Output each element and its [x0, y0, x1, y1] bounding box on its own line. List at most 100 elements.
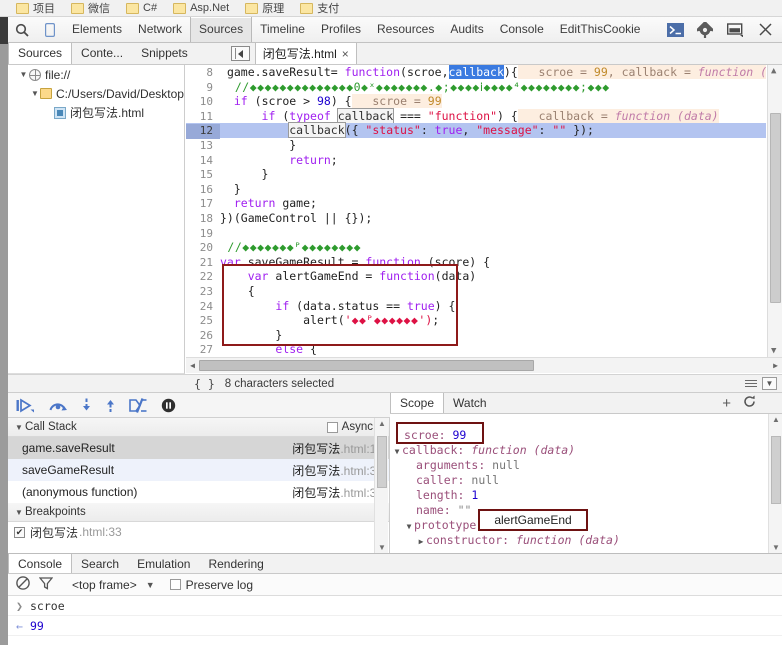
navigator-file-tree[interactable]: ▼ file:// ▼ C:/Users/David/Desktop 闭包写法.… [8, 65, 185, 373]
tree-node-folder[interactable]: ▼ C:/Users/David/Desktop [8, 84, 184, 103]
scrollbar-thumb[interactable] [770, 113, 781, 303]
scrollbar-thumb[interactable] [199, 360, 534, 371]
code-line[interactable]: 15 } [186, 167, 766, 183]
clear-console-icon[interactable] [16, 576, 30, 593]
code-line[interactable]: 14 return; [186, 153, 766, 169]
code-line[interactable]: 22 var alertGameEnd = function(data) [186, 269, 766, 285]
device-toggle-icon[interactable] [36, 17, 64, 42]
code-line[interactable]: 26 } [186, 328, 766, 344]
tab-editthiscookie[interactable]: EditThisCookie [552, 17, 649, 42]
code-line[interactable]: 24 if (data.status == true) { [186, 299, 766, 315]
console-output[interactable]: ❯ scroe ← 99 [8, 596, 782, 645]
tab-sources[interactable]: Sources [190, 17, 253, 42]
console-prompt-icon[interactable] [664, 17, 686, 42]
chevron-down-icon[interactable]: ▼ [13, 508, 25, 517]
editor-file-tab[interactable]: 闭包写法.html × [254, 43, 357, 64]
chevron-down-icon[interactable]: ▼ [404, 519, 414, 534]
pause-on-exceptions-button[interactable] [161, 398, 176, 413]
code-line[interactable]: 16 } [186, 182, 766, 198]
code-line[interactable]: 8 game.saveResult= function(scroe,callba… [186, 65, 766, 81]
scroll-down-icon[interactable]: ▼ [771, 346, 776, 356]
console-prompt-input[interactable] [8, 636, 782, 645]
toggle-navigator-button[interactable] [230, 46, 250, 61]
chevron-down-icon[interactable]: ▼ [762, 377, 777, 390]
chevron-down-icon[interactable]: ▼ [18, 70, 29, 79]
scroll-right-icon[interactable]: ▶ [769, 361, 782, 370]
drawer-tab-console[interactable]: Console [8, 554, 73, 573]
subtab-sources[interactable]: Sources [8, 43, 73, 64]
step-into-next-function-call-button[interactable] [81, 398, 92, 413]
scroll-left-icon[interactable]: ◀ [186, 361, 199, 370]
resume-script-execution-button[interactable] [16, 397, 35, 413]
tab-resources[interactable]: Resources [369, 17, 442, 42]
dock-position-icon[interactable] [724, 17, 746, 42]
bookmark-item[interactable]: 项目 [16, 0, 55, 16]
code-line[interactable]: 10 if (scroe > 98) { scroe = 99 [186, 94, 766, 110]
close-icon[interactable] [754, 17, 776, 42]
tab-elements[interactable]: Elements [64, 17, 130, 42]
plus-icon[interactable]: + [722, 395, 731, 412]
checkbox-icon[interactable] [169, 579, 181, 590]
source-code-editor[interactable]: 8 game.saveResult= function(scroe,callba… [186, 65, 782, 373]
tab-watch[interactable]: Watch [444, 393, 496, 413]
tree-node-file-scheme[interactable]: ▼ file:// [8, 65, 184, 84]
scope-row[interactable]: ▼ callback: function (data) [390, 443, 782, 458]
code-line-current[interactable]: 12 callback({ "status": true, "message":… [186, 122, 766, 139]
chevron-right-icon[interactable]: ▶ [416, 534, 426, 549]
scope-row[interactable]: length: 1 [390, 488, 782, 503]
bookmark-item[interactable]: 支付 [300, 0, 339, 16]
bookmark-item[interactable]: C# [126, 2, 157, 14]
scroll-down-icon[interactable]: ▼ [772, 543, 780, 552]
scope-variable-tree[interactable]: scroe: 99 ▼ callback: function (data) arg… [390, 414, 782, 553]
hamburger-icon[interactable] [745, 378, 757, 389]
scroll-up-icon[interactable]: ▲ [771, 66, 776, 76]
code-line[interactable]: 18})(GameControl || {}); [186, 211, 766, 227]
subtab-content-scripts[interactable]: Conte... [72, 43, 132, 64]
bookmark-item[interactable]: 微信 [71, 0, 110, 16]
bookmark-item[interactable]: 原理 [245, 0, 284, 16]
editor-horizontal-scrollbar[interactable]: ◀ ▶ [186, 357, 782, 373]
chevron-down-icon[interactable]: ▼ [392, 444, 402, 459]
step-out-of-current-function-button[interactable] [105, 398, 116, 413]
tree-node-file[interactable]: 闭包写法.html [8, 103, 184, 122]
drawer-tab-emulation[interactable]: Emulation [128, 554, 199, 573]
code-line[interactable]: 17 return game; [186, 196, 766, 212]
scope-row[interactable]: arguments: null [390, 458, 782, 473]
scope-row[interactable]: ▶ constructor: function (data) [390, 533, 782, 548]
code-line[interactable]: 21 var saveGameResult = function (score) … [186, 255, 766, 271]
console-entry-output[interactable]: ← 99 [8, 616, 782, 636]
chevron-down-icon[interactable]: ▼ [146, 580, 155, 590]
code-line[interactable]: 13 } [186, 138, 766, 154]
tab-network[interactable]: Network [130, 17, 190, 42]
code-line[interactable]: 19 [186, 226, 766, 242]
call-stack-section-header[interactable]: ▼ Call Stack Async [8, 418, 389, 437]
code-line[interactable]: 11 if (typeof callback === "function") {… [186, 107, 766, 125]
call-stack-row[interactable]: game.saveResult 闭包写法.html:12 [8, 437, 389, 459]
chevron-down-icon[interactable]: ▼ [30, 89, 40, 98]
editor-vertical-scrollbar[interactable]: ▲ ▼ [767, 65, 782, 357]
drawer-tab-rendering[interactable]: Rendering [199, 554, 272, 573]
checkbox-icon[interactable]: ✔ [14, 526, 25, 538]
scroll-down-icon[interactable]: ▼ [378, 543, 386, 552]
tab-profiles[interactable]: Profiles [313, 17, 369, 42]
tab-scope[interactable]: Scope [390, 393, 445, 413]
close-icon[interactable]: × [342, 47, 349, 61]
preserve-log-toggle[interactable]: Preserve log [169, 578, 253, 592]
drawer-tab-search[interactable]: Search [72, 554, 128, 573]
code-line[interactable]: 23 { [186, 284, 766, 300]
breakpoint-row[interactable]: ✔ 闭包写法 .html:33 [8, 522, 389, 542]
scroll-up-icon[interactable]: ▲ [378, 419, 386, 428]
call-stack-row[interactable]: saveGameResult 闭包写法.html:33 [8, 459, 389, 481]
checkbox-icon[interactable] [326, 421, 338, 433]
chevron-down-icon[interactable]: ▼ [13, 423, 25, 432]
code-line[interactable]: 27 else { [186, 342, 766, 357]
call-stack-row[interactable]: (anonymous function) 闭包写法.html:38 [8, 481, 389, 503]
search-icon[interactable] [8, 17, 36, 42]
pretty-print-braces-icon[interactable]: { } [194, 377, 215, 391]
tab-console[interactable]: Console [492, 17, 552, 42]
bookmark-item[interactable]: Asp.Net [173, 2, 229, 14]
scope-vertical-scrollbar[interactable]: ▲ ▼ [768, 414, 782, 553]
step-over-next-function-call-button[interactable] [48, 398, 68, 413]
frame-selector[interactable]: <top frame> [72, 578, 137, 592]
tab-audits[interactable]: Audits [442, 17, 491, 42]
